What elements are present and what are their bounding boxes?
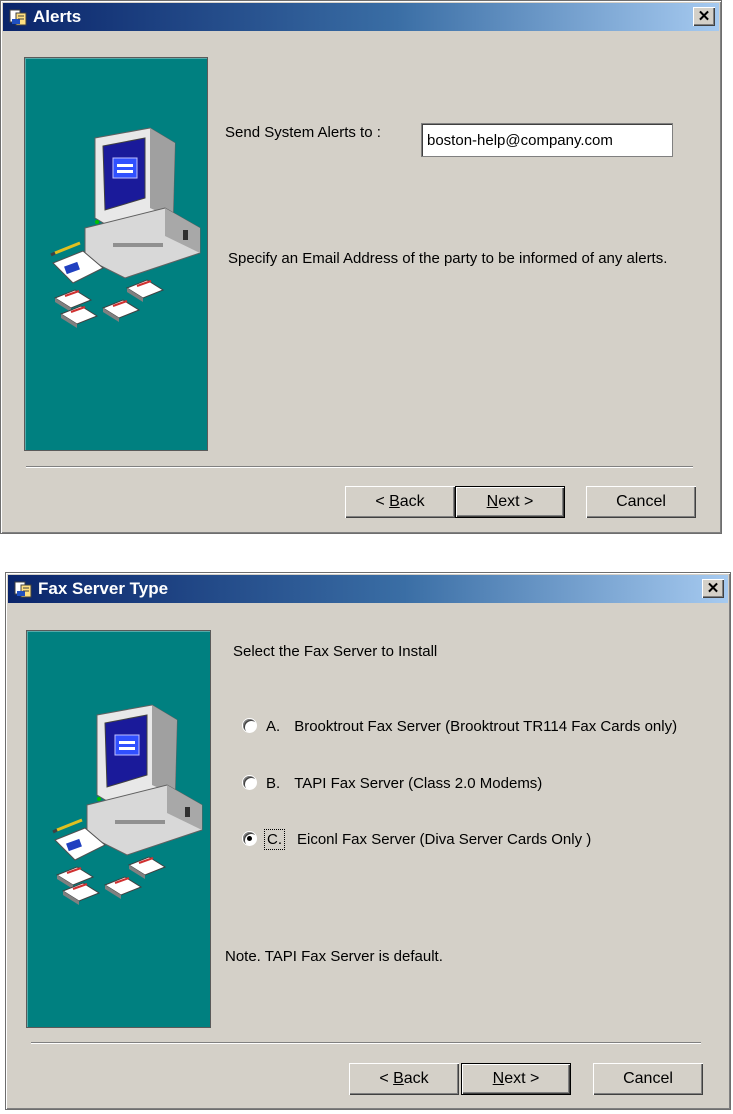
radio-button[interactable] <box>243 719 256 732</box>
computer-illustration-icon <box>51 703 204 907</box>
option-label: Eiconl Fax Server (Diva Server Cards Onl… <box>297 831 592 848</box>
cancel-button[interactable]: Cancel <box>586 486 696 518</box>
back-label-rest: ack <box>399 493 425 510</box>
fax-title-bar[interactable]: Fax Server Type ✕ <box>8 575 728 603</box>
close-button[interactable]: ✕ <box>702 579 724 598</box>
back-label-rest: ack <box>403 1070 429 1087</box>
alerts-label: Send System Alerts to : <box>225 124 381 141</box>
divider <box>31 1042 701 1044</box>
radio-option-c[interactable]: C. Eiconl Fax Server (Diva Server Cards O… <box>243 829 592 850</box>
next-label-rest: ext <box>498 493 520 510</box>
next-mnemonic: N <box>492 1070 505 1087</box>
email-field[interactable] <box>421 123 673 157</box>
next-button[interactable]: Next > <box>461 1063 571 1095</box>
close-button[interactable]: ✕ <box>693 7 715 26</box>
radio-button[interactable] <box>243 776 256 789</box>
alerts-title-bar[interactable]: Alerts ✕ <box>3 3 719 31</box>
wizard-side-panel <box>26 630 211 1028</box>
option-letter: B. <box>266 775 281 792</box>
setup-icon <box>14 581 32 598</box>
computer-illustration-icon <box>49 126 202 330</box>
cancel-button[interactable]: Cancel <box>593 1063 703 1095</box>
back-button[interactable]: < Back <box>345 486 455 518</box>
radio-button-selected[interactable] <box>243 832 256 845</box>
radio-option-b[interactable]: B. TAPI Fax Server (Class 2.0 Modems) <box>243 775 542 792</box>
alerts-description: Specify an Email Address of the party to… <box>228 250 668 267</box>
option-letter: C. <box>264 829 285 850</box>
setup-icon <box>9 9 27 26</box>
back-mnemonic: B <box>389 493 400 510</box>
next-label-rest: ext <box>504 1070 526 1087</box>
option-label: TAPI Fax Server (Class 2.0 Modems) <box>294 775 543 792</box>
option-label: Brooktrout Fax Server (Brooktrout TR114 … <box>294 718 678 735</box>
dialog-title: Fax Server Type <box>38 579 169 598</box>
fax-server-type-dialog: Fax Server Type ✕ Select the Fax Server … <box>5 572 731 1110</box>
back-mnemonic: B <box>393 1070 404 1087</box>
next-mnemonic: N <box>486 493 499 510</box>
alerts-dialog: Alerts ✕ Send System Alerts to : Specify… <box>0 0 722 534</box>
divider <box>26 466 693 468</box>
next-button[interactable]: Next > <box>455 486 565 518</box>
dialog-title: Alerts <box>33 7 82 26</box>
back-button[interactable]: < Back <box>349 1063 459 1095</box>
option-letter: A. <box>266 718 281 735</box>
radio-option-a[interactable]: A. Brooktrout Fax Server (Brooktrout TR11… <box>243 718 677 735</box>
default-note: Note. TAPI Fax Server is default. <box>225 948 443 965</box>
wizard-side-panel <box>24 57 208 451</box>
fax-heading: Select the Fax Server to Install <box>233 643 438 660</box>
